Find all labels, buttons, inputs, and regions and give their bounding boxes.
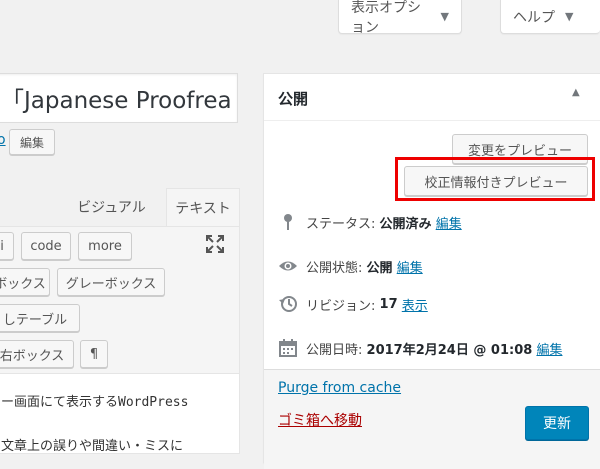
status-label: ステータス: bbox=[306, 216, 376, 232]
calendar-icon bbox=[278, 338, 300, 358]
publish-box: 公開 ▲ 変更をプレビュー 校正情報付きプレビュー ステータス: 公開済み 編集… bbox=[263, 73, 600, 469]
status-edit-link[interactable]: 編集 bbox=[436, 213, 462, 232]
trash-link[interactable]: ゴミ箱へ移動 bbox=[278, 410, 362, 430]
editor-line: ー画面にて表示するWordPress bbox=[1, 395, 189, 410]
update-button[interactable]: 更新 bbox=[525, 406, 589, 440]
permalink-link[interactable]: o bbox=[0, 132, 6, 148]
revisions-value: 17 bbox=[379, 296, 398, 312]
history-icon bbox=[278, 294, 300, 314]
screen-options-button[interactable]: 表示オプション ▼ bbox=[338, 0, 462, 36]
tab-visual[interactable]: ビジュアル bbox=[64, 188, 159, 226]
quicktag-gray-box-button[interactable]: グレーボックス bbox=[57, 268, 165, 296]
revisions-label: リビジョン: bbox=[306, 298, 376, 314]
revisions-view-link[interactable]: 表示 bbox=[402, 295, 428, 314]
tab-text[interactable]: テキスト bbox=[166, 188, 240, 226]
publish-date-label: 公開日時: bbox=[306, 342, 363, 358]
editor-textarea[interactable]: ー画面にて表示するWordPress 文章上の誤りや間違い・ミスに bbox=[0, 374, 240, 454]
editor-line: 文章上の誤りや間違い・ミスに bbox=[1, 439, 184, 454]
chevron-down-icon: ▼ bbox=[565, 10, 574, 23]
help-button[interactable]: ヘルプ ▼ bbox=[500, 0, 600, 34]
proofread-preview-button[interactable]: 校正情報付きプレビュー bbox=[404, 166, 588, 196]
purge-cache-link[interactable]: Purge from cache bbox=[278, 380, 401, 396]
publish-date-value: 2017年2月24日 @ 01:08 bbox=[366, 342, 533, 358]
quicktag-italic-button[interactable]: i bbox=[0, 232, 14, 260]
quicktag-box-button[interactable]: ボックス bbox=[0, 268, 50, 296]
publish-box-header[interactable]: 公開 ▲ bbox=[264, 74, 600, 121]
revisions-row: リビジョン: 17 表示 bbox=[278, 294, 428, 314]
eye-icon bbox=[278, 256, 300, 276]
help-label: ヘルプ bbox=[513, 9, 555, 26]
post-title-input[interactable] bbox=[0, 73, 238, 123]
quicktag-code-button[interactable]: code bbox=[21, 232, 71, 260]
permalink-edit-button[interactable]: 編集 bbox=[9, 129, 55, 155]
chevron-down-icon: ▼ bbox=[440, 10, 449, 23]
status-value: 公開済み bbox=[379, 216, 432, 232]
screen-options-label: 表示オプション bbox=[351, 0, 421, 36]
major-publishing-actions: Purge from cache ゴミ箱へ移動 更新 bbox=[264, 369, 600, 469]
visibility-row: 公開状態: 公開 編集 bbox=[278, 256, 423, 276]
quicktag-table-button[interactable]: しテーブル bbox=[0, 304, 80, 332]
publish-box-title: 公開 bbox=[278, 90, 309, 108]
pin-icon bbox=[278, 212, 300, 232]
collapse-toggle-icon[interactable]: ▲ bbox=[572, 87, 580, 98]
visibility-label: 公開状態: bbox=[306, 260, 363, 276]
visibility-edit-link[interactable]: 編集 bbox=[397, 257, 423, 276]
publish-date-row: 公開日時: 2017年2月24日 @ 01:08 編集 bbox=[278, 338, 562, 358]
status-row: ステータス: 公開済み 編集 bbox=[278, 212, 462, 232]
quicktag-right-box-button[interactable]: 右ボックス bbox=[0, 340, 74, 368]
quicktag-paragraph-button[interactable]: ¶ bbox=[80, 340, 108, 368]
preview-changes-button[interactable]: 変更をプレビュー bbox=[452, 134, 588, 164]
visibility-value: 公開 bbox=[366, 260, 393, 276]
publish-date-edit-link[interactable]: 編集 bbox=[536, 339, 562, 358]
fullscreen-icon[interactable] bbox=[205, 234, 225, 254]
quicktag-more-button[interactable]: more bbox=[78, 232, 132, 260]
